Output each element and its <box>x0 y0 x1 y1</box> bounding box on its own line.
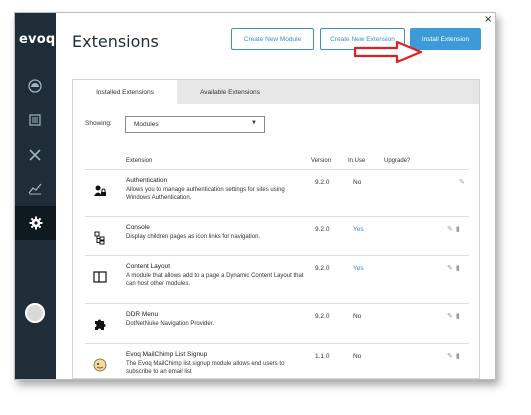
tools-icon[interactable] <box>26 146 44 164</box>
extension-in-use: Yes <box>353 265 364 272</box>
chart-icon[interactable] <box>26 179 44 197</box>
select-value: Modules <box>134 121 159 128</box>
table-row: Content Layout A module that allows add … <box>85 255 469 300</box>
table-row: Console Display children pages as icon l… <box>85 216 469 253</box>
extension-description: The Evoq MailChimp list signup module al… <box>126 361 285 375</box>
tab-bar: Installed Extensions Available Extension… <box>73 80 479 104</box>
trash-icon[interactable]: ▮ <box>456 353 460 360</box>
tab-available-extensions[interactable]: Available Extensions <box>177 80 283 104</box>
create-new-module-button[interactable]: Create New Module <box>231 28 314 50</box>
close-icon[interactable]: × <box>484 14 492 25</box>
extension-in-use: No <box>353 179 362 186</box>
row-actions: ✎ ▮ <box>447 312 463 320</box>
extension-description: Allows you to manage authentication sett… <box>126 187 285 201</box>
column-upgrade: Upgrade? <box>384 158 411 164</box>
edit-icon[interactable]: ✎ <box>447 313 453 320</box>
mailchimp-icon <box>93 358 107 372</box>
extension-version: 1.1.0 <box>315 353 330 360</box>
row-actions: ✎ ▮ <box>447 225 463 233</box>
table-row: DDR Menu DotNetNuke Navigation Provider.… <box>85 303 469 342</box>
column-extension: Extension <box>126 158 153 164</box>
trash-icon[interactable]: ▮ <box>456 313 460 320</box>
annotation-arrow <box>353 41 423 63</box>
extension-description: DotNetNuke Navigation Provider. <box>126 321 215 327</box>
trash-icon[interactable]: ▮ <box>456 226 460 233</box>
extension-name: DDR Menu <box>126 311 159 318</box>
extensions-panel: Installed Extensions Available Extension… <box>72 79 480 379</box>
user-lock-icon <box>93 184 107 198</box>
showing-label: Showing: <box>85 120 112 127</box>
extension-name: Authentication <box>126 177 168 184</box>
extension-in-use: No <box>353 313 362 320</box>
extension-version: 9.2.0 <box>315 179 330 186</box>
puzzle-icon <box>93 318 107 332</box>
extension-version: 9.2.0 <box>315 313 330 320</box>
tab-installed-extensions[interactable]: Installed Extensions <box>73 80 177 104</box>
extension-type-select[interactable]: Modules ▼ <box>125 116 265 133</box>
row-actions: ✎ ▮ <box>447 352 463 360</box>
edit-icon[interactable]: ✎ <box>447 226 453 233</box>
gauge-icon[interactable] <box>26 77 44 95</box>
layout-icon <box>93 270 107 284</box>
evoq-logo: evoq <box>19 32 56 47</box>
column-version: Version <box>311 158 332 164</box>
extension-version: 9.2.0 <box>315 226 330 233</box>
extension-description: Display children pages as icon links for… <box>126 234 261 240</box>
pages-icon[interactable] <box>26 111 44 129</box>
edit-icon[interactable]: ✎ <box>447 353 453 360</box>
extension-name: Console <box>126 224 150 231</box>
column-in-use: In Use <box>348 158 366 164</box>
extension-name: Evoq MailChimp List Signup <box>126 351 208 358</box>
gear-icon[interactable] <box>15 206 56 240</box>
sidebar: evoq <box>15 13 56 379</box>
table-row: Authentication Allows you to manage auth… <box>85 169 469 210</box>
extension-in-use: Yes <box>353 226 364 233</box>
extension-description: A module that allows add to a page a Dyn… <box>126 273 304 287</box>
row-actions: ✎ ▮ <box>447 264 463 272</box>
edit-icon[interactable]: ✎ <box>459 178 465 186</box>
console-icon <box>93 231 107 245</box>
extension-version: 9.2.0 <box>315 265 330 272</box>
table-header: Extension Version In Use Upgrade? <box>73 154 479 168</box>
table-row: Evoq MailChimp List Signup The Evoq Mail… <box>85 343 469 379</box>
chevron-down-icon: ▼ <box>251 120 257 126</box>
user-avatar[interactable] <box>25 303 45 323</box>
trash-icon[interactable]: ▮ <box>456 265 460 272</box>
extension-in-use: No <box>353 353 362 360</box>
page-title: Extensions <box>72 32 159 51</box>
extension-name: Content Layout <box>126 263 171 270</box>
edit-icon[interactable]: ✎ <box>447 265 453 272</box>
extensions-window: evoq Extensions Create New Module Create… <box>14 12 496 380</box>
